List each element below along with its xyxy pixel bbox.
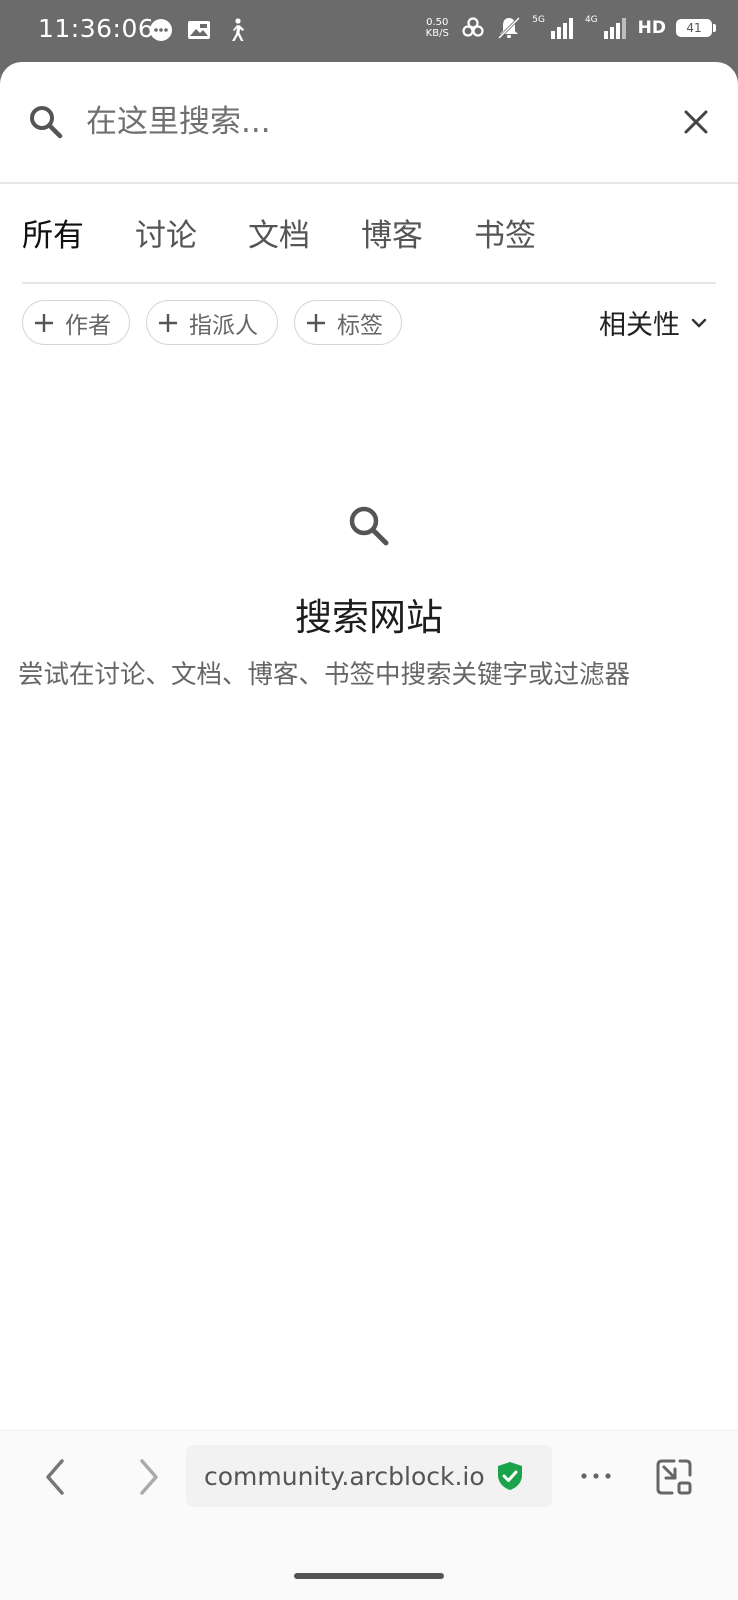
filter-author-chip[interactable]: 作者 — [22, 300, 130, 345]
empty-state-title: 搜索网站 — [295, 596, 443, 639]
battery-cap — [713, 24, 716, 32]
gallery-icon — [188, 21, 210, 39]
net-speed: 0.50 KB/S — [424, 17, 450, 39]
sort-dropdown[interactable]: 相关性 — [599, 300, 708, 345]
filter-tag-label: 标签 — [337, 312, 383, 339]
filter-assignee-chip[interactable]: 指派人 — [146, 300, 278, 345]
signal1-label: 5G — [532, 15, 545, 25]
empty-search-icon — [349, 506, 389, 546]
tab-blogs[interactable]: 博客 — [361, 214, 474, 282]
signal-5g-icon — [550, 18, 573, 39]
sort-label: 相关性 — [599, 310, 680, 341]
forward-arrow-icon[interactable] — [128, 1457, 168, 1497]
filter-tag-chip[interactable]: 标签 — [294, 300, 402, 345]
status-left-icons — [148, 16, 250, 44]
status-right-icons: 0.50 KB/S 5G 4G HD 41 — [424, 14, 716, 42]
mute-bell-icon — [498, 16, 521, 40]
close-icon[interactable] — [680, 106, 712, 138]
search-bar — [0, 62, 738, 184]
filter-author-label: 作者 — [65, 312, 111, 339]
plus-icon — [307, 313, 325, 332]
search-input[interactable] — [86, 96, 646, 148]
search-icon — [30, 106, 63, 139]
minimize-window-icon[interactable] — [654, 1457, 694, 1497]
message-icon — [150, 19, 172, 41]
back-arrow-icon[interactable] — [36, 1457, 76, 1497]
plus-icon — [35, 313, 53, 332]
status-time: 11:36:06 — [38, 14, 155, 43]
net-speed-value: 0.50 — [426, 17, 449, 28]
hd-label: HD — [637, 18, 666, 38]
empty-state-description: 尝试在讨论、文档、博客、书签中搜索关键字或过滤器 — [18, 660, 631, 690]
chevron-down-icon — [691, 318, 707, 328]
battery-icon: 41 — [676, 19, 716, 37]
plus-icon — [159, 313, 177, 332]
walking-icon — [232, 18, 244, 41]
filter-assignee-label: 指派人 — [189, 312, 258, 339]
url-text: community.arcblock.io — [204, 1461, 485, 1491]
tab-docs[interactable]: 文档 — [248, 214, 361, 282]
tab-all[interactable]: 所有 — [22, 214, 135, 282]
net-speed-unit: KB/S — [425, 28, 449, 39]
home-indicator[interactable] — [294, 1573, 444, 1579]
status-bar: 11:36:06 0.50 KB/S 5G 4G HD 41 — [0, 0, 738, 64]
filter-row: 作者 指派人 标签 相关性 — [22, 300, 716, 348]
tab-bookmarks[interactable]: 书签 — [474, 214, 587, 282]
signal2-label: 4G — [584, 15, 598, 25]
url-bar[interactable]: community.arcblock.io — [186, 1445, 552, 1507]
secure-shield-icon — [497, 1462, 522, 1490]
tab-discussions[interactable]: 讨论 — [135, 214, 248, 282]
battery-level: 41 — [676, 19, 712, 37]
hotspot-icon — [462, 17, 484, 37]
signal-4g-icon — [603, 18, 626, 39]
category-tabs: 所有 讨论 文档 博客 书签 — [22, 214, 716, 284]
search-sheet: 所有 讨论 文档 博客 书签 作者 指派人 标签 — [0, 62, 738, 1600]
more-options-icon[interactable] — [576, 1461, 616, 1491]
